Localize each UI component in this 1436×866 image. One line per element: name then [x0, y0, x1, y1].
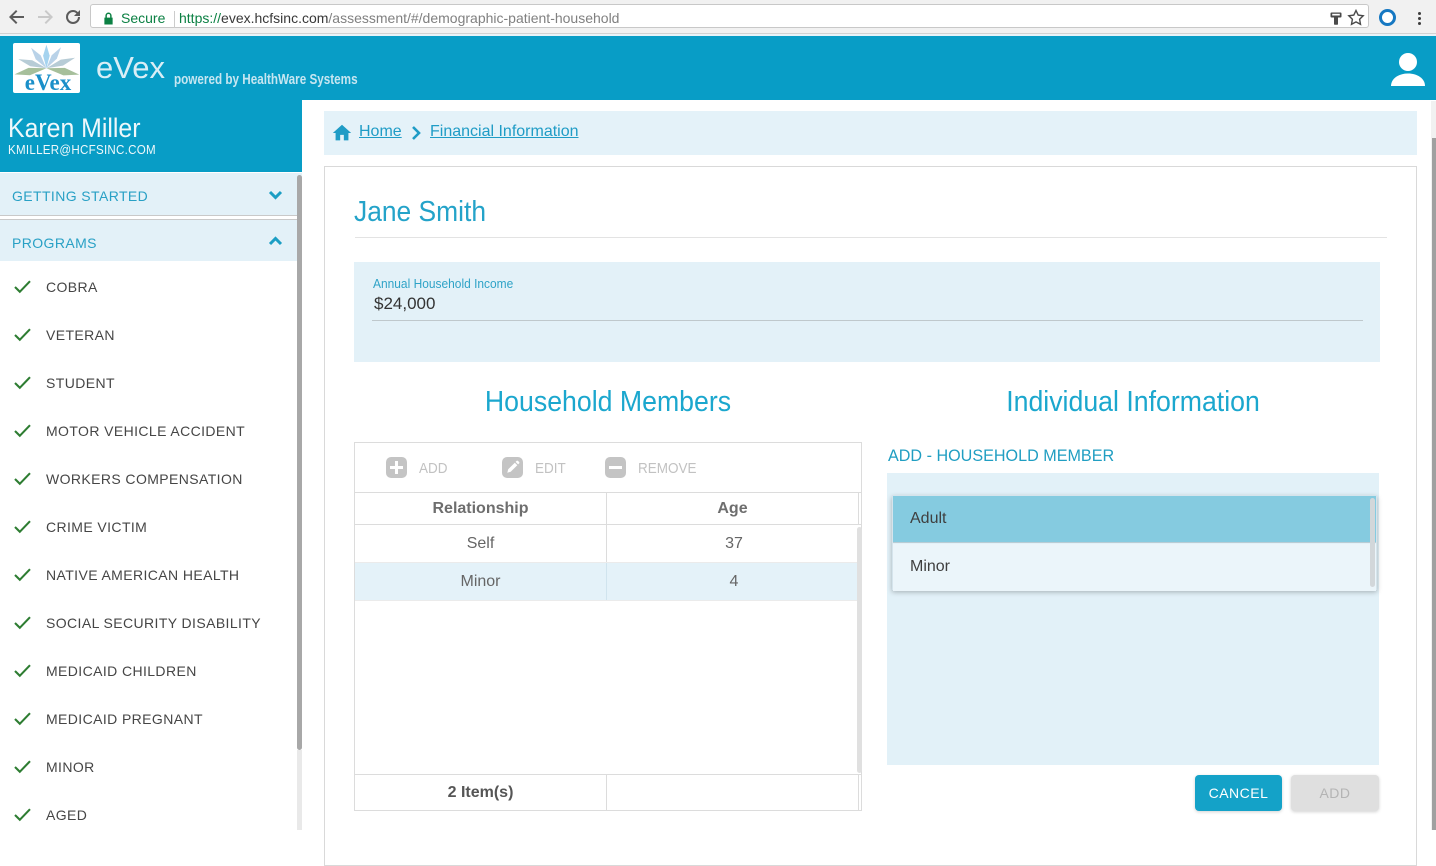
svg-text:eVex: eVex	[25, 70, 72, 93]
